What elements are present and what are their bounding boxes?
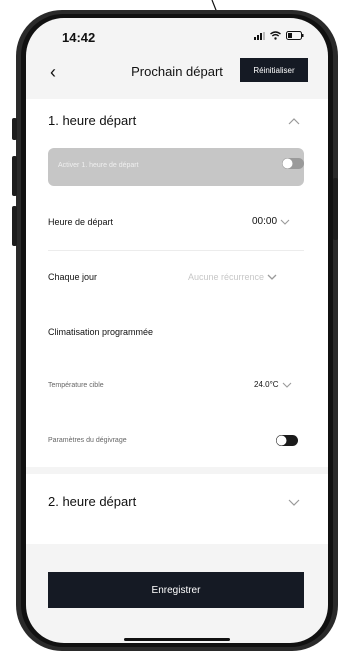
wifi-icon (270, 31, 281, 40)
temperature-value: 24.0°C (254, 380, 279, 389)
reset-button[interactable]: Réinitialiser (240, 58, 308, 82)
chevron-down-icon[interactable] (288, 499, 300, 507)
departure-time-value: 00:00 (252, 216, 278, 227)
signal-icon (254, 31, 265, 40)
climate-label: Climatisation programmée (48, 327, 154, 337)
chevron-down-icon (267, 274, 277, 280)
departure-time-label: Heure de départ (48, 217, 114, 227)
status-icons (254, 31, 304, 40)
temperature-select[interactable]: 24.0°C (254, 380, 292, 389)
repeat-select[interactable]: Aucune récurrence (188, 272, 277, 282)
defrost-toggle[interactable] (276, 435, 298, 446)
battery-icon (286, 31, 304, 40)
status-time: 14:42 (62, 30, 96, 45)
chevron-down-icon (282, 382, 291, 388)
enable-departure-toggle[interactable] (282, 158, 304, 169)
section-1-header[interactable]: 1. heure départ (48, 113, 136, 128)
chevron-down-icon (280, 219, 290, 225)
departure-time-select[interactable]: 00:00 (252, 216, 290, 227)
section-2-header[interactable]: 2. heure départ (48, 494, 136, 509)
phone-side-button (12, 118, 17, 140)
enable-departure-row[interactable]: Activer 1. heure de départ (48, 148, 304, 186)
chevron-up-icon[interactable] (288, 117, 300, 125)
phone-side-button (12, 206, 17, 246)
save-button[interactable]: Enregistrer (48, 572, 304, 608)
phone-power-button (333, 178, 338, 240)
temperature-label: Température cible (48, 382, 104, 389)
app-screen: 14:42 ‹ Prochain départ Réinitialiser 1.… (26, 18, 328, 643)
divider (48, 250, 304, 251)
repeat-value: Aucune récurrence (188, 272, 265, 282)
section-2-card (26, 474, 328, 544)
home-indicator (124, 638, 230, 641)
repeat-label: Chaque jour (48, 272, 98, 282)
defrost-label: Paramètres du dégivrage (48, 437, 127, 444)
enable-departure-label: Activer 1. heure de départ (58, 162, 139, 169)
phone-side-button (12, 156, 17, 196)
